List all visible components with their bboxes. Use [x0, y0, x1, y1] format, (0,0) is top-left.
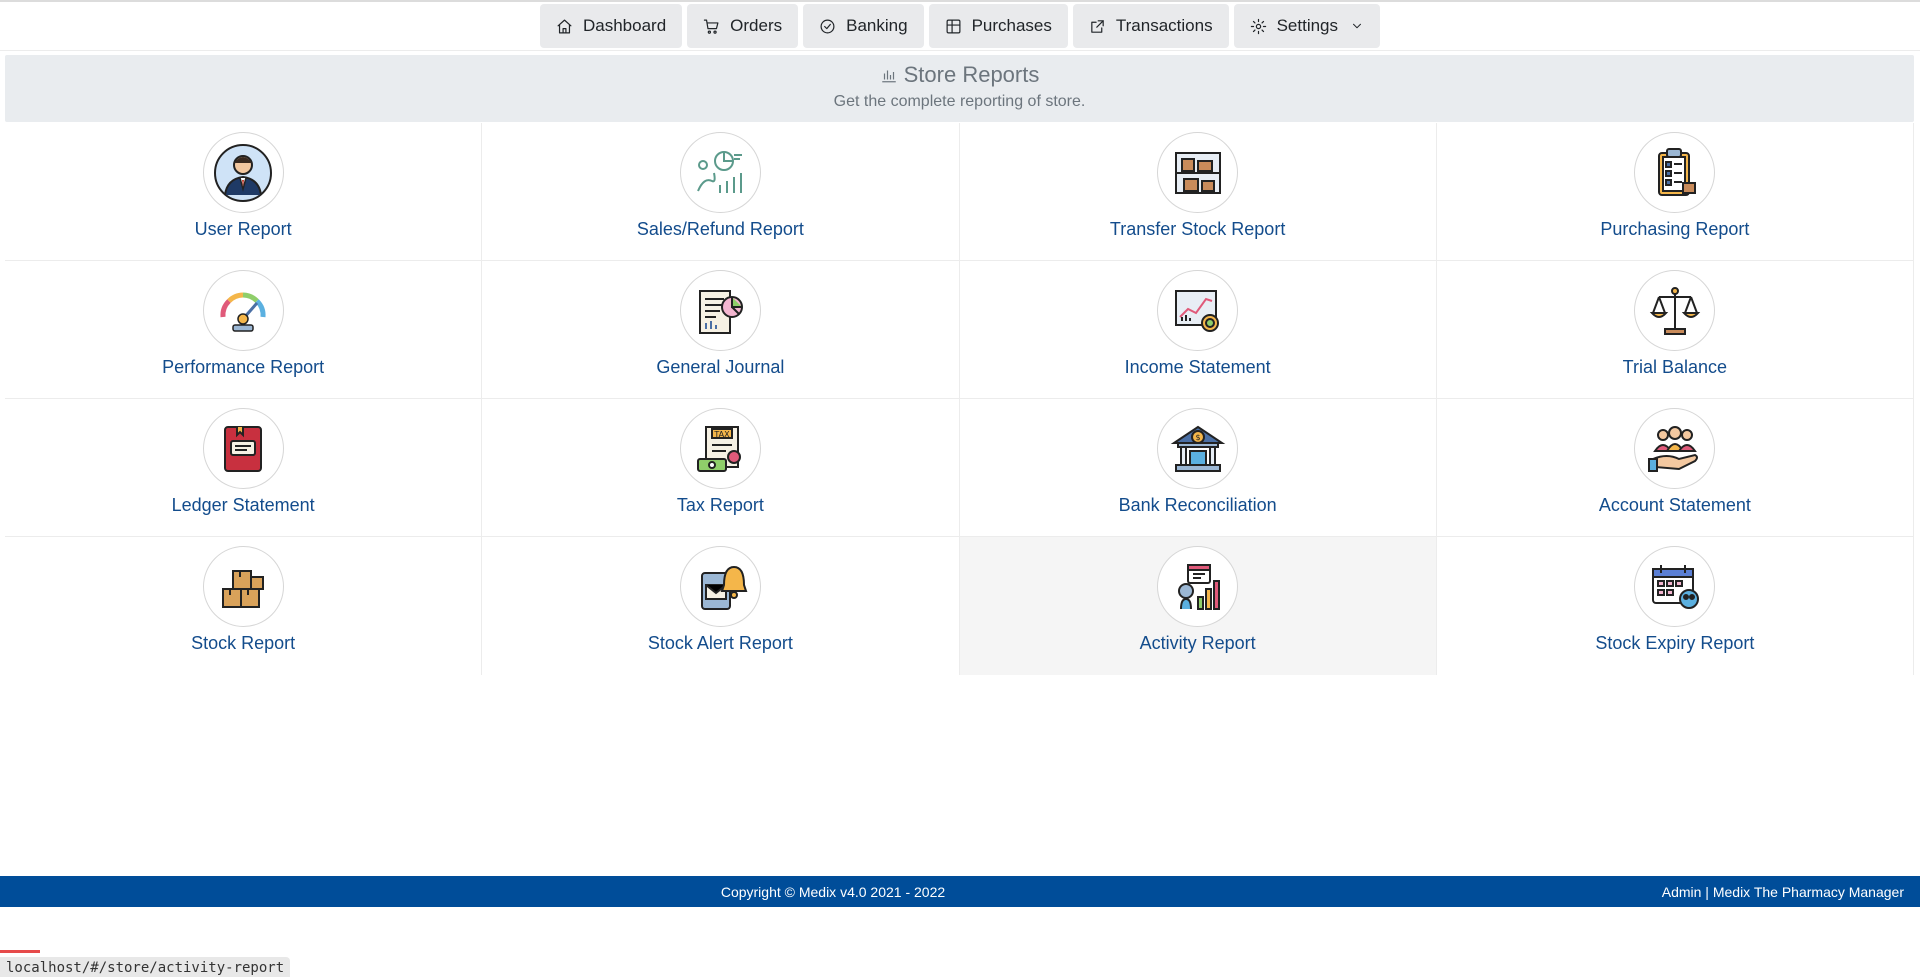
report-card-income-statement[interactable]: Income Statement	[959, 261, 1437, 399]
activity-icon	[1157, 546, 1239, 627]
report-card-activity[interactable]: Activity Report	[959, 537, 1437, 675]
report-label-account-statement: Account Statement	[1598, 495, 1751, 515]
report-label-transfer-stock: Transfer Stock Report	[1109, 219, 1286, 239]
nav-banking-button[interactable]: Banking	[803, 4, 924, 48]
report-label-trial-balance: Trial Balance	[1622, 357, 1728, 377]
bar-chart-icon	[881, 70, 896, 83]
nav-purchases-label: Purchases	[971, 16, 1052, 35]
report-card-performance[interactable]: Performance Report	[5, 261, 483, 399]
report-card-stock-expiry[interactable]: Stock Expiry Report	[1437, 537, 1914, 675]
journal-icon	[679, 270, 761, 351]
nav-transactions-label: Transactions	[1115, 16, 1213, 35]
nav-settings-button[interactable]: Settings	[1233, 4, 1381, 48]
sales-chart-icon	[679, 132, 761, 213]
external-link-icon	[1091, 19, 1104, 33]
gauge-icon	[202, 270, 284, 351]
report-card-ledger-statement[interactable]: Ledger Statement	[5, 399, 483, 537]
nav-settings-label: Settings	[1276, 16, 1339, 35]
report-card-stock-alert[interactable]: Stock Alert Report	[482, 537, 960, 675]
top-navbar: Dashboard Orders Banking Purchases Trans…	[0, 2, 1920, 51]
bank-icon: $	[1157, 408, 1239, 489]
reports-grid: User Report Sales/Refund Report Transfer…	[5, 123, 1914, 675]
report-card-trial-balance[interactable]: Trial Balance	[1436, 261, 1914, 399]
chevron-down-icon	[1353, 23, 1362, 29]
bell-alert-icon	[679, 546, 761, 627]
svg-text:TAX: TAX	[714, 430, 731, 439]
nav-dashboard-button[interactable]: Dashboard	[539, 4, 683, 48]
store-reports-banner: Store Reports Get the complete reporting…	[5, 55, 1914, 122]
nav-dashboard-label: Dashboard	[582, 16, 667, 35]
report-card-sales-refund[interactable]: Sales/Refund Report	[482, 123, 960, 261]
report-label-general-journal: General Journal	[656, 357, 785, 377]
report-card-general-journal[interactable]: General Journal	[482, 261, 960, 399]
report-card-account-statement[interactable]: Account Statement	[1436, 399, 1914, 537]
report-label-activity: Activity Report	[1139, 633, 1256, 653]
report-label-performance: Performance Report	[162, 357, 325, 377]
shelf-boxes-icon	[1157, 132, 1239, 213]
report-card-bank-reconciliation[interactable]: $ Bank Reconciliation	[959, 399, 1437, 537]
nav-banking-label: Banking	[846, 16, 908, 35]
nav-purchases-button[interactable]: Purchases	[928, 4, 1068, 48]
report-card-tax[interactable]: TAX Tax Report	[482, 399, 960, 537]
nav-orders-label: Orders	[730, 16, 783, 35]
footer-copyright: Copyright © Medix v4.0 2021 - 2022	[720, 883, 946, 900]
cart-icon	[703, 19, 719, 34]
tax-icon: TAX	[679, 408, 761, 489]
user-icon	[202, 132, 284, 213]
report-label-tax: Tax Report	[676, 495, 764, 515]
report-label-income-statement: Income Statement	[1124, 357, 1271, 377]
page-title-text: Store Reports	[903, 62, 1040, 87]
page-load-indicator	[0, 950, 40, 953]
clipboard-icon	[1634, 132, 1716, 213]
report-label-bank-reconciliation: Bank Reconciliation	[1118, 495, 1277, 515]
calendar-expiry-icon	[1634, 546, 1716, 627]
svg-text:$: $	[1195, 433, 1200, 442]
report-label-stock: Stock Report	[191, 633, 296, 653]
nav-orders-button[interactable]: Orders	[687, 4, 799, 48]
home-icon	[557, 19, 572, 33]
report-card-stock[interactable]: Stock Report	[5, 537, 483, 675]
boxes-icon	[202, 546, 284, 627]
nav-transactions-button[interactable]: Transactions	[1072, 4, 1229, 48]
footer-right-text: Admin | Medix The Pharmacy Manager	[1661, 883, 1904, 900]
footer: Copyright © Medix v4.0 2021 - 2022 Admin…	[0, 876, 1920, 907]
report-label-stock-alert: Stock Alert Report	[647, 633, 793, 653]
report-label-ledger-statement: Ledger Statement	[171, 495, 315, 515]
report-label-stock-expiry: Stock Expiry Report	[1595, 633, 1755, 653]
report-card-user[interactable]: User Report	[5, 123, 483, 261]
table-icon	[946, 19, 961, 33]
report-card-purchasing[interactable]: Purchasing Report	[1436, 123, 1914, 261]
check-circle-icon	[820, 19, 835, 33]
report-label-sales-refund: Sales/Refund Report	[636, 219, 804, 239]
report-card-transfer-stock[interactable]: Transfer Stock Report	[959, 123, 1437, 261]
scales-icon	[1634, 270, 1716, 351]
income-chart-icon	[1157, 270, 1239, 351]
page-subtitle: Get the complete reporting of store.	[833, 93, 1086, 110]
ledger-book-icon	[202, 408, 284, 489]
report-label-purchasing: Purchasing Report	[1600, 219, 1750, 239]
gear-icon	[1250, 18, 1266, 34]
report-label-user: User Report	[194, 219, 292, 239]
people-hand-icon	[1634, 408, 1716, 489]
browser-status-url: localhost/#/store/activity-report	[0, 957, 291, 977]
page-title: Store Reports	[5, 59, 1914, 91]
